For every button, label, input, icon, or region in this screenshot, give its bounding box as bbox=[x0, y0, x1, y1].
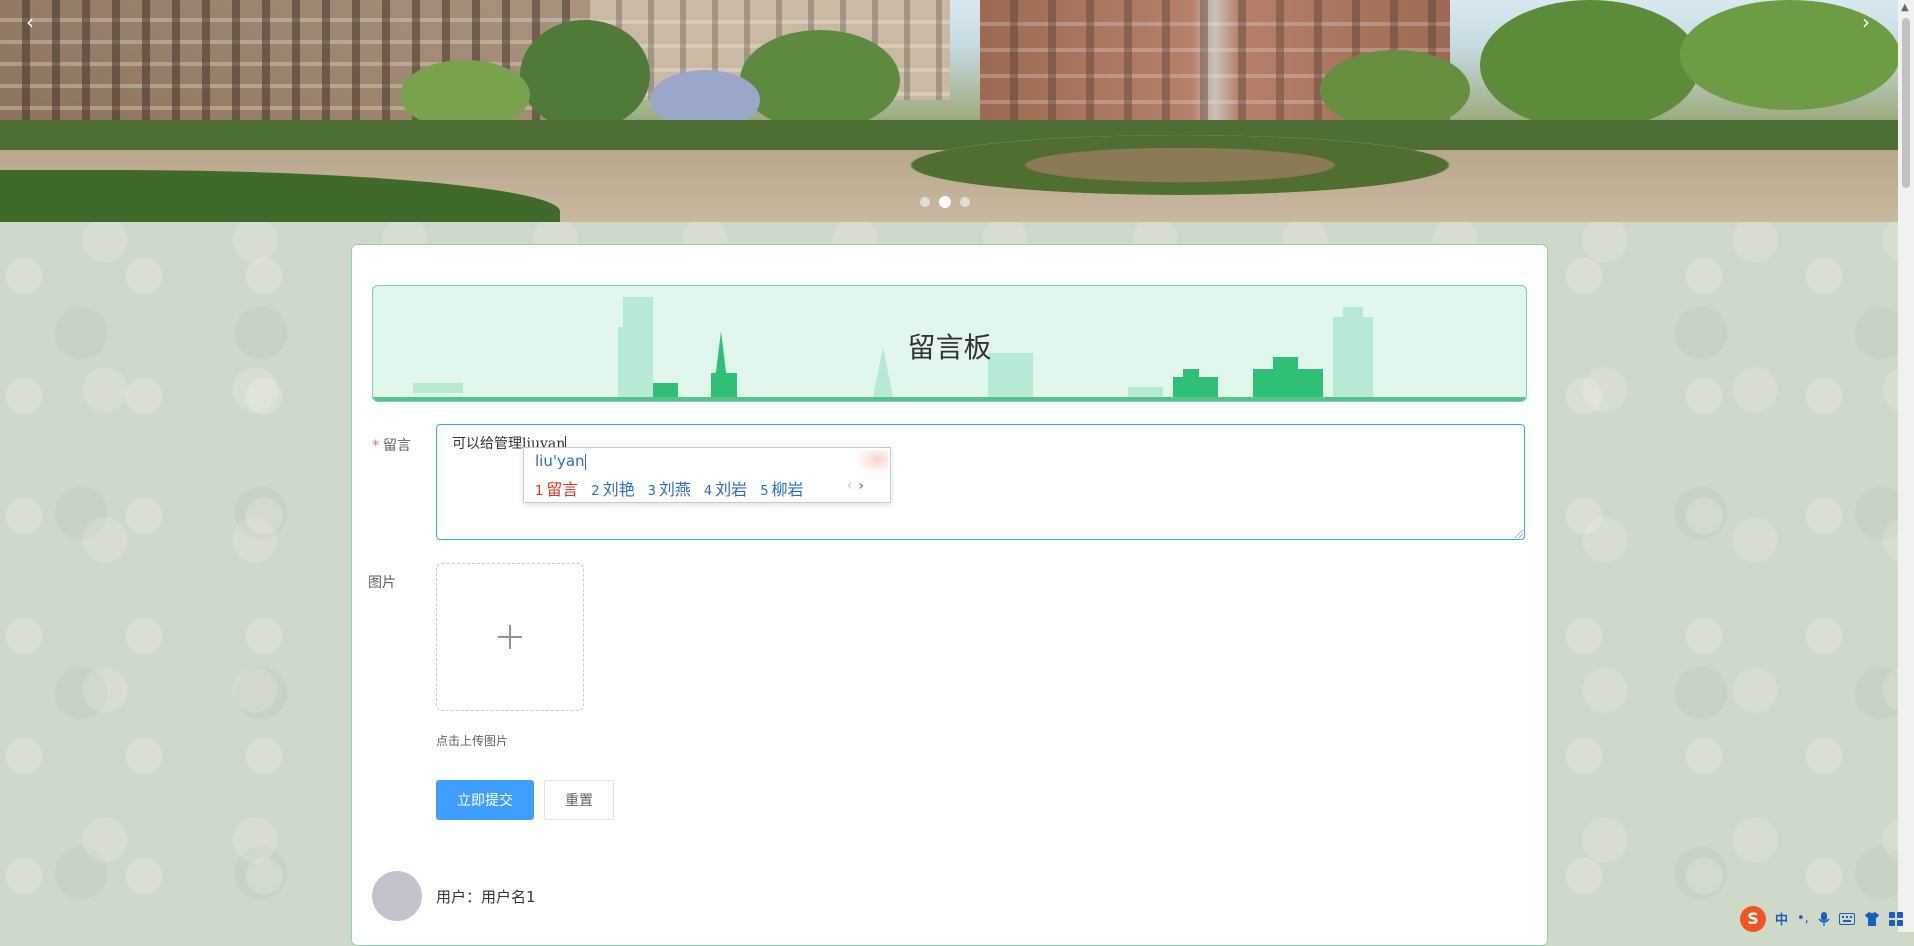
grid-icon[interactable] bbox=[1888, 911, 1903, 926]
shirt-icon[interactable] bbox=[1864, 911, 1880, 926]
board-title: 留言板 bbox=[907, 331, 992, 364]
microphone-icon[interactable] bbox=[1818, 911, 1830, 927]
ime-page-nav: ‹ › bbox=[847, 478, 864, 494]
carousel-indicators bbox=[920, 196, 970, 208]
carousel-dot-3[interactable] bbox=[960, 197, 970, 207]
avatar bbox=[372, 871, 422, 921]
reset-button[interactable]: 重置 bbox=[544, 780, 614, 820]
ime-candidate-5[interactable]: 5 柳岩 bbox=[760, 476, 803, 500]
ime-candidate-1[interactable]: 1 留言 bbox=[535, 476, 578, 500]
flower-bed bbox=[910, 135, 1450, 195]
plus-icon-vertical bbox=[509, 625, 511, 649]
carousel-dot-2[interactable] bbox=[939, 196, 951, 208]
ime-next-icon[interactable]: › bbox=[858, 478, 864, 494]
ime-candidate-4[interactable]: 4 刘岩 bbox=[704, 476, 747, 500]
tree bbox=[1480, 0, 1700, 130]
tree bbox=[740, 30, 900, 130]
image-label: 图片 bbox=[368, 575, 396, 591]
ime-skin-decoration bbox=[854, 450, 888, 474]
ime-prev-icon[interactable]: ‹ bbox=[847, 478, 853, 494]
resize-handle-icon[interactable] bbox=[1515, 530, 1523, 538]
submit-button[interactable]: 立即提交 bbox=[436, 780, 534, 820]
scroll-up-arrow-icon[interactable]: ▲ bbox=[1901, 2, 1909, 13]
tree bbox=[1320, 50, 1470, 130]
banner-carousel[interactable]: ‹ › bbox=[0, 0, 1898, 222]
ime-pinyin: liu'yan bbox=[535, 452, 586, 470]
punctuation-toggle[interactable]: •, bbox=[1797, 911, 1809, 926]
message-label: * 留言 bbox=[372, 435, 411, 455]
ime-candidate-popup[interactable]: liu'yan 1 留言 2 刘艳 3 刘燕 4 刘岩 5 柳岩 ‹ › bbox=[523, 447, 891, 503]
comment-user: 用户：用户名1 bbox=[436, 888, 536, 906]
ime-status-tray: S 中 •, bbox=[1740, 905, 1912, 932]
message-label-text: 留言 bbox=[383, 438, 411, 454]
keyboard-icon[interactable] bbox=[1838, 912, 1855, 925]
ime-candidate-2[interactable]: 2 刘艳 bbox=[591, 476, 634, 500]
ime-caret bbox=[584, 453, 586, 470]
banner-next-arrow[interactable]: › bbox=[1862, 10, 1870, 34]
board-header: 留言板 bbox=[372, 285, 1527, 402]
upload-tip: 点击上传图片 bbox=[436, 734, 509, 748]
required-mark: * bbox=[372, 438, 379, 454]
sogou-logo-icon[interactable]: S bbox=[1740, 905, 1766, 932]
banner-prev-arrow[interactable]: ‹ bbox=[26, 10, 34, 34]
carousel-dot-1[interactable] bbox=[920, 197, 930, 207]
tree bbox=[520, 20, 650, 130]
page-scrollbar[interactable]: ▲ bbox=[1898, 0, 1914, 932]
message-board-card: 留言板 * 留言 可以给管理liuyan liu'yan 1 留言 2 刘艳 3 刘燕 … bbox=[351, 244, 1548, 946]
ime-candidate-3[interactable]: 3 刘燕 bbox=[648, 476, 691, 500]
ime-candidates: 1 留言 2 刘艳 3 刘燕 4 刘岩 5 柳岩 bbox=[535, 476, 803, 500]
scroll-thumb[interactable] bbox=[1902, 18, 1910, 188]
image-upload-box[interactable] bbox=[436, 563, 584, 711]
hedge bbox=[0, 120, 1898, 150]
header-baseline bbox=[373, 397, 1526, 401]
ime-mode-toggle[interactable]: 中 bbox=[1775, 909, 1788, 928]
